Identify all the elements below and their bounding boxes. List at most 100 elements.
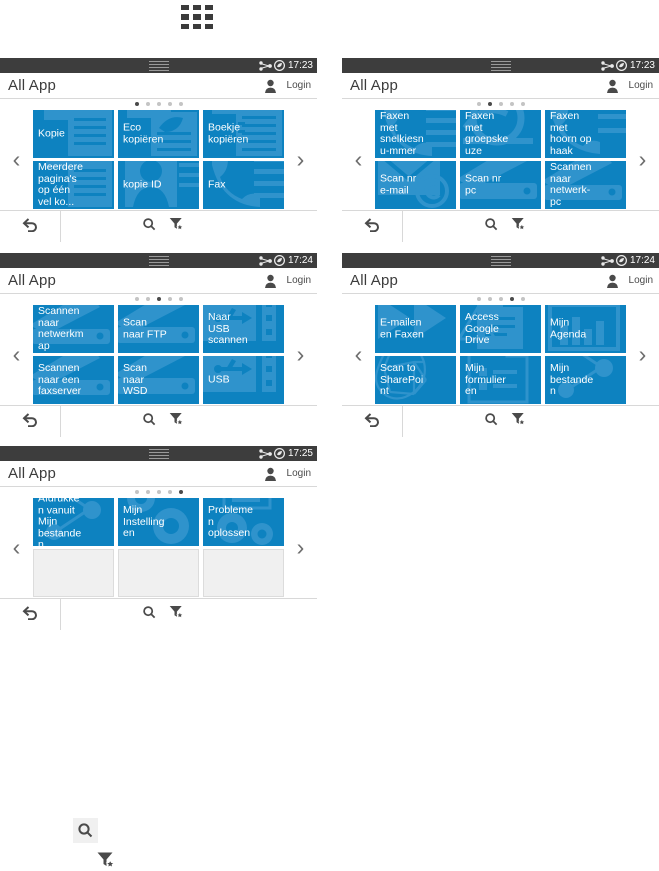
page-dot-4[interactable] <box>509 297 514 301</box>
page-dot-2[interactable] <box>487 102 492 106</box>
search-icon[interactable] <box>484 217 499 237</box>
tile-label: Boekje kopiëren <box>208 121 249 145</box>
tile-panel-fax-scan-5[interactable]: Scannen naar netwerk-pc <box>545 161 626 209</box>
tile-panel-cloud-apps-3[interactable]: Scan to SharePoint <box>375 356 456 404</box>
tile-panel-fax-scan-2[interactable]: Faxen met hoorn op haak <box>545 110 626 158</box>
title-bar: All App Login <box>342 268 659 294</box>
status-time: 17:24 <box>629 254 655 266</box>
page-dot-3[interactable] <box>156 102 161 106</box>
all-apps-grid-icon[interactable] <box>180 4 214 30</box>
page-dot-3[interactable] <box>498 297 503 301</box>
tile-label: Kopie <box>38 127 65 140</box>
page-dot-5[interactable] <box>178 297 183 301</box>
filter-star-icon[interactable] <box>168 411 185 432</box>
page-dot-1[interactable] <box>134 297 139 301</box>
page-dot-1[interactable] <box>134 490 139 494</box>
login-button[interactable]: Login <box>264 467 311 481</box>
login-label: Login <box>286 468 311 479</box>
login-button[interactable]: Login <box>264 274 311 288</box>
page-dot-4[interactable] <box>167 297 172 301</box>
page-dot-3[interactable] <box>156 297 161 301</box>
page-dot-5[interactable] <box>178 490 183 494</box>
page-dot-3[interactable] <box>498 102 503 106</box>
prev-page-arrow[interactable]: ‹ <box>0 343 33 366</box>
tile-panel-copy-3[interactable]: Meerdere pagina's op één vel ko... <box>33 161 114 209</box>
filter-star-icon[interactable] <box>510 216 527 237</box>
tile-panel-copy-0[interactable]: Kopie <box>33 110 114 158</box>
tile-panel-scan-targets-5[interactable]: USB <box>203 356 284 404</box>
back-button[interactable] <box>342 406 403 437</box>
tile-label: Faxen met groepskeuze <box>465 110 509 157</box>
title-bar: All App Login <box>0 461 317 487</box>
back-button[interactable] <box>0 211 61 242</box>
login-button[interactable]: Login <box>606 79 653 93</box>
pagination-dots <box>0 487 317 497</box>
tile-panel-cloud-apps-5[interactable]: Mijn bestanden <box>545 356 626 404</box>
tile-panel-cloud-apps-1[interactable]: Access Google Drive <box>460 305 541 353</box>
login-button[interactable]: Login <box>606 274 653 288</box>
search-icon[interactable] <box>484 412 499 432</box>
tile-panel-fax-scan-4[interactable]: Scan nr pc <box>460 161 541 209</box>
tile-panel-fax-scan-3[interactable]: Scan nr e-mail <box>375 161 456 209</box>
page-dot-4[interactable] <box>509 102 514 106</box>
tile-area: ‹ Kopie Eco kopiëren Boekje kopiëren Mee… <box>0 109 317 210</box>
pagination-dots <box>0 294 317 304</box>
status-bar: 17:23 <box>342 58 659 73</box>
page-dot-1[interactable] <box>476 297 481 301</box>
login-button[interactable]: Login <box>264 79 311 93</box>
page-dot-2[interactable] <box>145 490 150 494</box>
tile-panel-scan-targets-4[interactable]: Scan naar WSD <box>118 356 199 404</box>
tile-panel-settings-0[interactable]: Afdrukken vanuit Mijn bestanden <box>33 498 114 546</box>
tile-panel-fax-scan-1[interactable]: Faxen met groepskeuze <box>460 110 541 158</box>
filter-star-icon[interactable] <box>168 216 185 237</box>
login-label: Login <box>628 275 653 286</box>
tile-panel-settings-2[interactable]: Problemen oplossen <box>203 498 284 546</box>
back-button[interactable] <box>0 599 61 630</box>
status-handle-icon <box>490 61 511 73</box>
search-icon[interactable] <box>142 605 157 625</box>
next-page-arrow[interactable]: › <box>284 343 317 366</box>
tile-panel-settings-1[interactable]: Mijn Instellingen <box>118 498 199 546</box>
pagination-dots <box>342 99 659 109</box>
page-dot-1[interactable] <box>134 102 139 106</box>
page-dot-2[interactable] <box>145 297 150 301</box>
page-dot-4[interactable] <box>167 490 172 494</box>
next-page-arrow[interactable]: › <box>284 148 317 171</box>
tile-panel-copy-2[interactable]: Boekje kopiëren <box>203 110 284 158</box>
tile-panel-scan-targets-0[interactable]: Scannen naar netwerkmap <box>33 305 114 353</box>
page-dot-1[interactable] <box>476 102 481 106</box>
prev-page-arrow[interactable]: ‹ <box>342 343 375 366</box>
back-button[interactable] <box>0 406 61 437</box>
tile-panel-copy-4[interactable]: kopie ID <box>118 161 199 209</box>
tile-panel-scan-targets-1[interactable]: Scan naar FTP <box>118 305 199 353</box>
filter-star-icon[interactable] <box>168 604 185 625</box>
page-dot-2[interactable] <box>487 297 492 301</box>
filter-star-icon[interactable] <box>510 411 527 432</box>
tile-panel-cloud-apps-2[interactable]: Mijn Agenda <box>545 305 626 353</box>
page-dot-2[interactable] <box>145 102 150 106</box>
page-dot-3[interactable] <box>156 490 161 494</box>
tile-panel-scan-targets-2[interactable]: Naar USB scannen <box>203 305 284 353</box>
prev-page-arrow[interactable]: ‹ <box>0 148 33 171</box>
tile-panel-cloud-apps-4[interactable]: Mijn formulieren <box>460 356 541 404</box>
back-button[interactable] <box>342 211 403 242</box>
page-dot-5[interactable] <box>178 102 183 106</box>
prev-page-arrow[interactable]: ‹ <box>0 536 33 559</box>
tile-panel-fax-scan-0[interactable]: Faxen met snelkiesnu-mmer <box>375 110 456 158</box>
next-page-arrow[interactable]: › <box>284 536 317 559</box>
page-dot-5[interactable] <box>520 102 525 106</box>
tile-panel-copy-1[interactable]: Eco kopiëren <box>118 110 199 158</box>
title-bar: All App Login <box>0 73 317 99</box>
panel-cloud-apps: 17:24 All App Login ‹ E-mailen en Faxen … <box>342 253 659 437</box>
page-dot-4[interactable] <box>167 102 172 106</box>
next-page-arrow[interactable]: › <box>626 343 659 366</box>
tile-panel-cloud-apps-0[interactable]: E-mailen en Faxen <box>375 305 456 353</box>
page-dot-5[interactable] <box>520 297 525 301</box>
tile-panel-scan-targets-3[interactable]: Scannen naar een faxserver <box>33 356 114 404</box>
search-icon[interactable] <box>142 217 157 237</box>
back-arrow-icon <box>22 604 39 625</box>
tile-panel-copy-5[interactable]: Fax <box>203 161 284 209</box>
search-icon[interactable] <box>142 412 157 432</box>
next-page-arrow[interactable]: › <box>626 148 659 171</box>
prev-page-arrow[interactable]: ‹ <box>342 148 375 171</box>
